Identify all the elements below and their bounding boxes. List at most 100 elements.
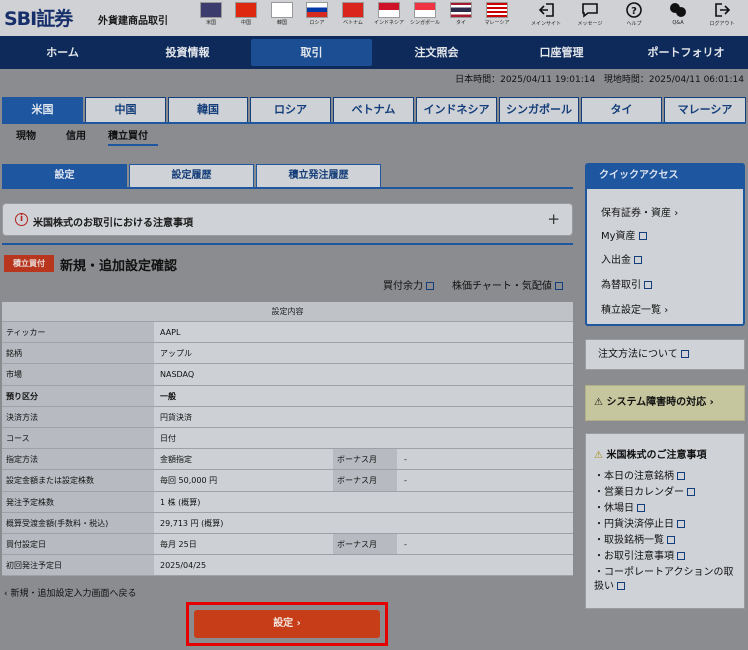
warning-icon: ⚠ [594,450,603,461]
table-row: 指定方法 金額指定 ボーナス月 - [2,449,573,471]
note-link-jpy-stop[interactable]: ・円貨決済停止日 [594,518,685,532]
table-row: 初回発注予定日 2025/04/25 [2,555,573,577]
country-tab-my[interactable]: マレーシア [664,97,746,123]
sbi-logo[interactable]: SBI証券 [4,4,73,31]
quick-link-fx[interactable]: 為替取引 [601,276,652,291]
country-tab-us[interactable]: 米国 [2,97,83,123]
nav-account[interactable]: 口座管理 [499,36,624,69]
tab-setting[interactable]: 設定 [2,164,127,188]
top-header: SBI証券 外貨建商品取引 米国 中国 韓国 ロシア ベトナム インドネシア シ… [0,0,748,36]
external-link-icon [617,582,625,590]
flag-vn[interactable]: ベトナム [338,2,368,34]
flag-ru[interactable]: ロシア [302,2,332,34]
table-row: ティッカー AAPL [2,322,573,344]
settings-table: 設定内容 ティッカー AAPL 銘柄 アップル 市場 NASDAQ 預り区分 一般 決済… [2,302,573,577]
notice-accordion[interactable]: i 米国株式のお取引における注意事項 + [2,203,573,236]
stock-chart-link[interactable]: 株価チャート・気配値 [452,277,563,292]
external-link-icon [680,350,689,358]
qa-icon [670,3,686,17]
main-site-button[interactable]: メインサイト [526,2,566,34]
nav-order-inquiry[interactable]: 注文照会 [374,36,499,69]
country-tab-ru[interactable]: ロシア [250,97,331,123]
flag-sg[interactable]: シンガポール [410,2,440,34]
help-button[interactable]: ? ヘルプ [614,2,654,34]
table-header: 設定内容 [2,302,573,322]
time-display: 日本時間：2025/04/11 19:01:14 現地時間：2025/04/11… [0,70,748,90]
note-link-caution-stocks[interactable]: ・本日の注意銘柄 [594,470,685,484]
country-tab-sg[interactable]: シンガポール [499,97,579,123]
chevron-right-icon: › [709,397,714,408]
chevron-right-icon: › [674,208,679,219]
flag-my[interactable]: マレーシア [482,2,512,34]
country-tab-id[interactable]: インドネシア [416,97,497,123]
qa-button[interactable]: Q&A [658,2,698,34]
chevron-right-icon: › [296,618,301,629]
external-link-icon [554,282,563,290]
table-row: 設定金額または設定株数 毎回 50,000 円ボーナス月 - [2,470,573,492]
table-row: 買付設定日 毎月 25日 ボーナス月 - [2,533,573,556]
notes-title: ⚠ 米国株式のご注意事項 [594,450,707,461]
flag-th[interactable]: タイ [446,2,476,34]
order-method-link[interactable]: 注文方法について [585,339,745,370]
quick-access-title: クイックアクセス [587,165,743,189]
external-link-icon [634,256,642,264]
quick-link-my-assets[interactable]: My資産 [601,227,647,242]
main-nav: ホーム 投資情報 取引 注文照会 口座管理 ポートフォリオ [0,36,748,69]
flag-cn[interactable]: 中国 [231,2,261,34]
system-failure-link[interactable]: ⚠ システム障害時の対応 › [585,385,745,421]
external-link-icon [677,552,685,560]
external-link-icon [677,520,685,528]
country-tab-cn[interactable]: 中国 [85,97,166,123]
subtab-margin[interactable]: 信用 [66,128,86,146]
chevron-right-icon: › [664,305,669,316]
back-to-input-link[interactable]: ‹ 新規・追加設定入力画面へ戻る [4,586,136,599]
subtab-spot[interactable]: 現物 [16,128,36,146]
note-link-corporate-action[interactable]: ・コーポレートアクションの取扱い [594,566,742,594]
nav-investment-info[interactable]: 投資情報 [125,36,250,69]
nav-trade[interactable]: 取引 [251,39,372,66]
plus-icon[interactable]: + [547,210,560,228]
external-link-icon [667,536,675,544]
external-link-icon [638,232,647,240]
note-link-calendar[interactable]: ・営業日カレンダー [594,486,695,500]
logout-button[interactable]: ログアウト [702,2,742,34]
submit-highlight: 設定 › [186,602,388,646]
quick-link-deposit[interactable]: 入出金 [601,251,642,266]
table-row: コース 日付 [2,427,573,450]
note-link-holidays[interactable]: ・休場日 [594,502,645,516]
table-row: 発注予定株数 1 株 (概算) [2,491,573,513]
us-stock-notes-panel: ⚠ 米国株式のご注意事項 ・本日の注意銘柄 ・営業日カレンダー ・休場日 ・円貨… [585,433,745,609]
nav-portfolio[interactable]: ポートフォリオ [624,36,748,69]
submit-setting-button[interactable]: 設定 › [194,610,380,638]
external-link-icon [677,472,685,480]
external-link-icon [644,281,652,289]
country-tab-kr[interactable]: 韓国 [168,97,248,123]
note-link-stock-list[interactable]: ・取扱銘柄一覧 [594,534,675,548]
table-row: 市場 NASDAQ [2,364,573,386]
logo-subtitle: 外貨建商品取引 [98,16,168,27]
local-time: 現地時間：2025/04/11 06:01:14 [603,75,744,85]
nav-home[interactable]: ホーム [0,36,125,69]
note-link-trading-notes[interactable]: ・お取引注意事項 [594,550,685,564]
subtab-accumulation[interactable]: 積立買付 [108,128,158,146]
external-link-icon [687,488,695,496]
buying-power-link[interactable]: 買付余力 [383,277,434,292]
warning-icon: ⚠ [594,397,603,408]
flag-id[interactable]: インドネシア [374,2,404,34]
country-tab-th[interactable]: タイ [581,97,662,123]
table-row: 決済方法 円貨決済 [2,406,573,428]
flag-kr[interactable]: 韓国 [267,2,297,34]
external-link-icon [426,282,434,290]
message-icon [582,3,598,18]
section-divider [2,243,573,245]
exit-arrow-icon [538,3,554,17]
notice-text: 米国株式のお取引における注意事項 [33,218,193,229]
japan-time: 日本時間：2025/04/11 19:01:14 [455,75,596,85]
message-button[interactable]: メッセージ [570,2,610,34]
tab-order-history[interactable]: 積立発注履歴 [256,164,381,188]
quick-link-accumulation-list[interactable]: 積立設定一覧 › [601,301,668,316]
flag-us[interactable]: 米国 [196,2,226,34]
country-tab-vn[interactable]: ベトナム [333,97,414,123]
tab-setting-history[interactable]: 設定履歴 [129,164,254,188]
quick-link-holdings[interactable]: 保有証券・資産 › [601,204,678,219]
